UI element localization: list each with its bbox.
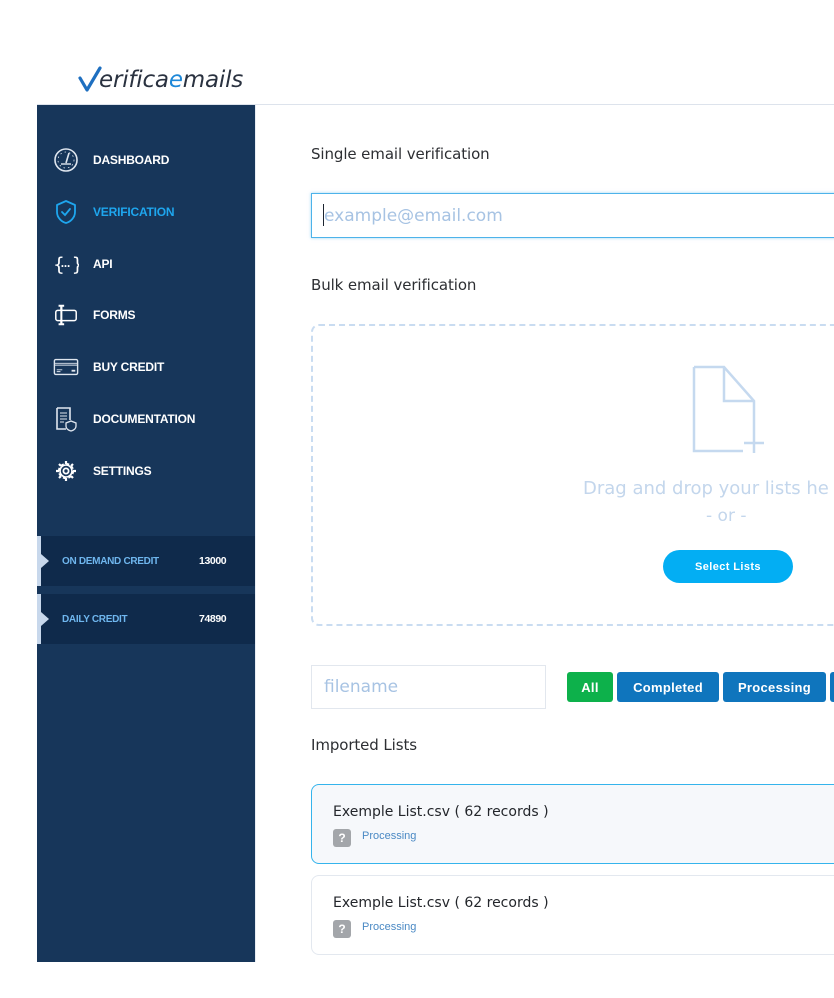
email-input[interactable] — [311, 193, 834, 238]
sidebar-item-documentation[interactable]: DOCUMENTATION — [37, 399, 256, 439]
sidebar-item-dashboard[interactable]: DASHBOARD — [37, 140, 256, 180]
list-item[interactable]: Exemple List.csv ( 62 records ) ? Proces… — [311, 784, 834, 864]
filename-search-input[interactable] — [311, 665, 546, 709]
sidebar-item-label: VERIFICATION — [93, 205, 175, 219]
or-separator: - or - — [706, 506, 747, 526]
credit-label: DAILY CREDIT — [62, 613, 128, 625]
form-input-icon — [53, 302, 79, 328]
svg-text:…: … — [61, 259, 70, 270]
sidebar-item-label: BUY CREDIT — [93, 360, 165, 374]
filter-completed-button[interactable]: Completed — [617, 672, 719, 702]
text-cursor — [323, 204, 324, 226]
caret-right-icon — [41, 554, 49, 568]
sidebar-item-forms[interactable]: FORMS — [37, 295, 256, 335]
daily-credit[interactable]: DAILY CREDIT 74890 — [37, 594, 255, 644]
file-add-icon — [691, 365, 765, 460]
brand-logo[interactable]: erificaemails — [78, 58, 243, 92]
sidebar-item-buy-credit[interactable]: BUY CREDIT — [37, 347, 256, 387]
shield-check-icon — [53, 199, 79, 225]
sidebar-item-label: API — [93, 257, 113, 271]
filter-all-button[interactable]: All — [567, 672, 613, 702]
dashboard-gauge-icon — [53, 147, 79, 173]
list-name: Exemple List.csv ( 62 records ) — [333, 895, 549, 911]
svg-text:}: } — [72, 255, 79, 276]
sidebar-item-verification[interactable]: VERIFICATION — [37, 192, 256, 232]
bulk-verification-title: Bulk email verification — [311, 276, 477, 294]
question-mark-icon: ? — [333, 829, 351, 847]
drag-drop-text: Drag and drop your lists he — [583, 478, 829, 499]
document-shield-icon — [53, 406, 79, 432]
sidebar-item-label: DOCUMENTATION — [93, 412, 196, 426]
sidebar-item-label: FORMS — [93, 308, 136, 322]
sidebar: DASHBOARD VERIFICATION {…} API FORMS BUY… — [37, 105, 256, 962]
credit-label: ON DEMAND CREDIT — [62, 555, 159, 567]
sidebar-item-settings[interactable]: SETTINGS — [37, 451, 256, 491]
on-demand-credit[interactable]: ON DEMAND CREDIT 13000 — [37, 536, 255, 586]
imported-lists-title: Imported Lists — [311, 736, 417, 754]
credit-card-icon — [53, 354, 79, 380]
filter-processing-button[interactable]: Processing — [723, 672, 826, 702]
list-name: Exemple List.csv ( 62 records ) — [333, 804, 549, 820]
sidebar-item-label: SETTINGS — [93, 464, 152, 478]
list-status: Processing — [362, 830, 417, 842]
question-mark-icon: ? — [333, 920, 351, 938]
sidebar-item-label: DASHBOARD — [93, 153, 170, 167]
caret-right-icon — [41, 612, 49, 626]
filter-more-button[interactable] — [830, 672, 834, 702]
gear-icon — [53, 458, 79, 484]
credit-value: 13000 — [199, 555, 227, 567]
credit-value: 74890 — [199, 613, 227, 625]
select-lists-button[interactable]: Select Lists — [663, 550, 793, 583]
list-status: Processing — [362, 921, 417, 933]
single-verification-title: Single email verification — [311, 145, 490, 163]
sidebar-item-api[interactable]: {…} API — [37, 244, 256, 284]
logo-text: erificaemails — [99, 67, 244, 93]
curly-braces-icon: {…} — [53, 251, 79, 277]
list-item[interactable]: Exemple List.csv ( 62 records ) ? Proces… — [311, 875, 834, 955]
